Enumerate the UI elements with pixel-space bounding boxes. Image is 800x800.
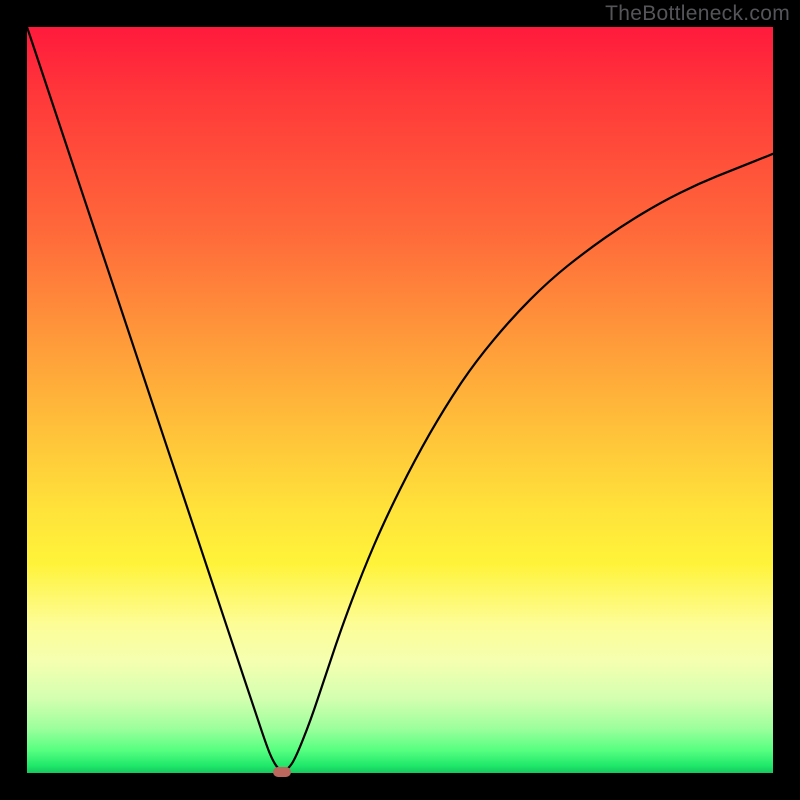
bottleneck-curve <box>27 27 773 773</box>
plot-area <box>27 27 773 773</box>
minimum-marker <box>273 767 291 777</box>
chart-frame: TheBottleneck.com <box>0 0 800 800</box>
watermark-text: TheBottleneck.com <box>605 2 790 26</box>
